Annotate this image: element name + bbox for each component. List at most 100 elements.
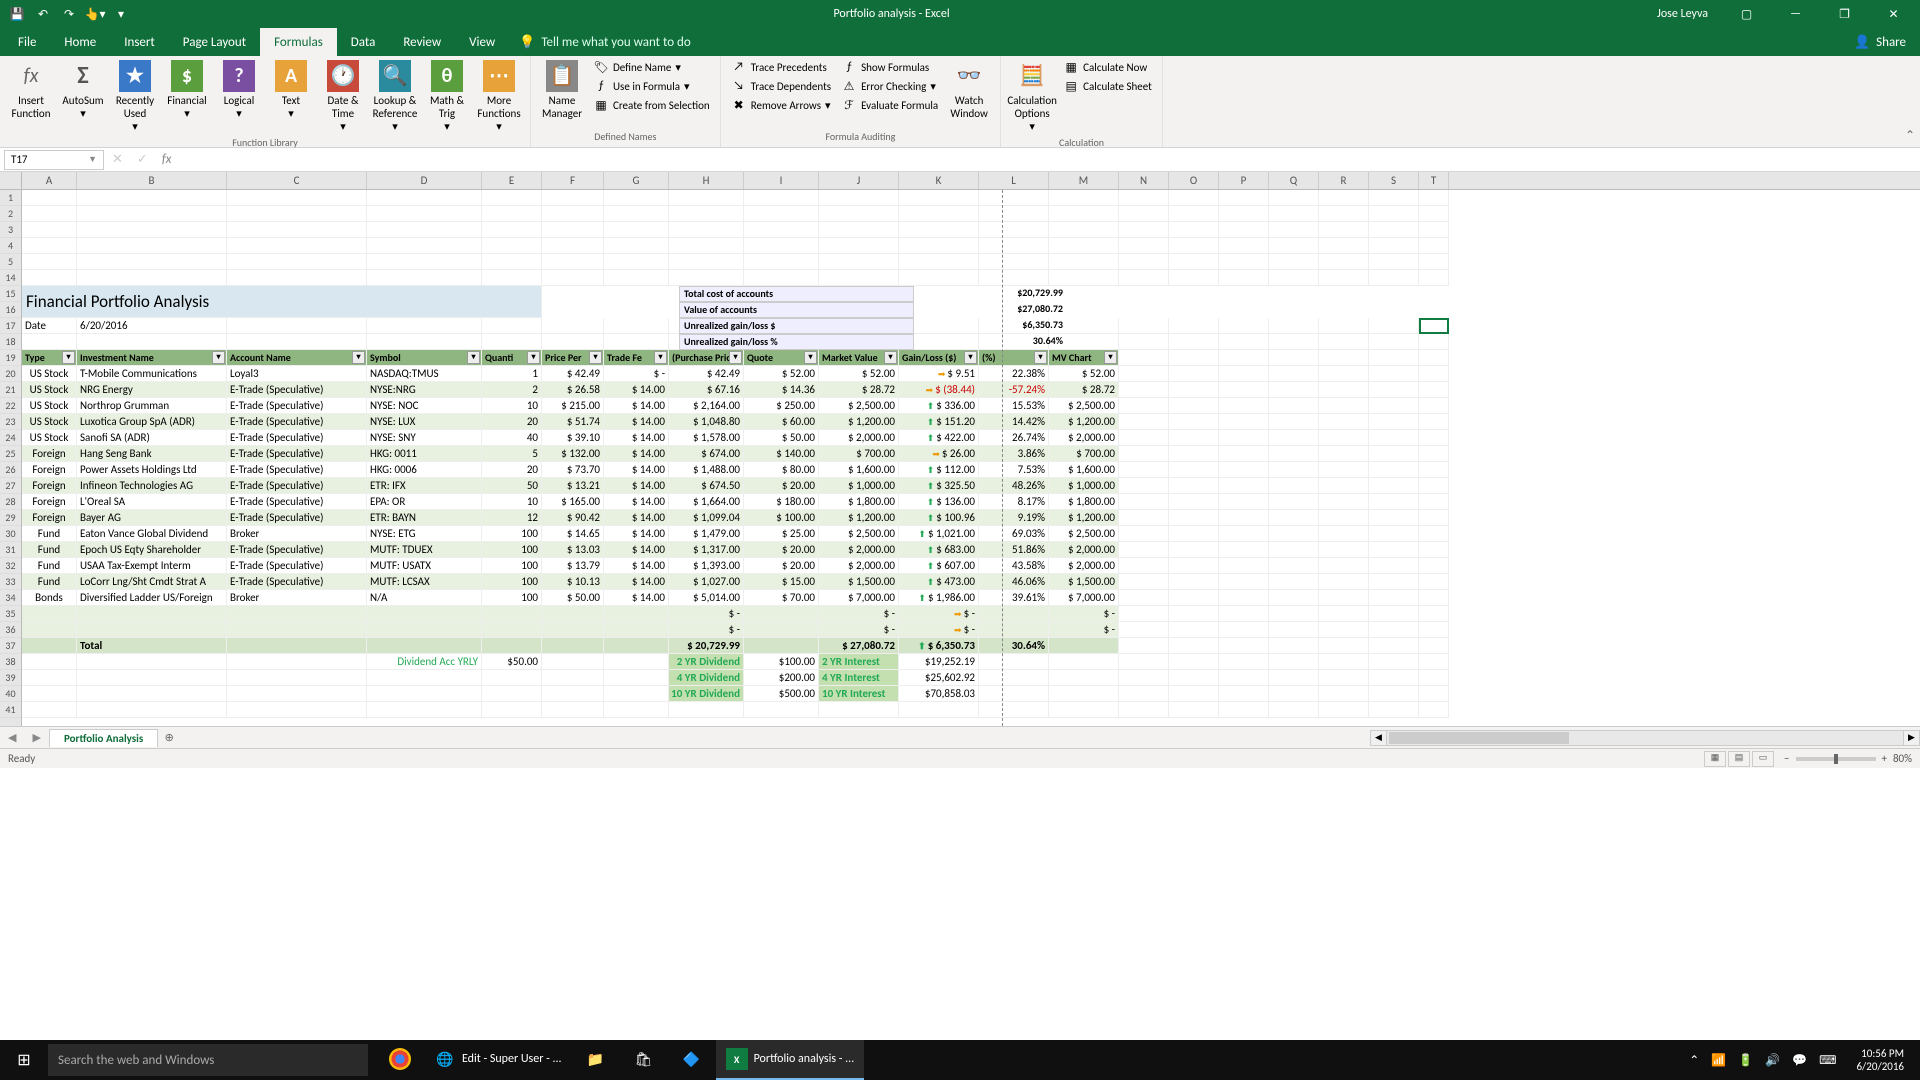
cell-mvchart[interactable]: $ 2,500.00 xyxy=(1049,526,1119,542)
name-box[interactable]: T17▼ xyxy=(4,150,104,170)
row-header[interactable]: 16 xyxy=(0,302,21,318)
cell-mv[interactable]: $ 1,000.00 xyxy=(819,478,899,494)
proj-dividend-label[interactable]: 10 YR Dividend xyxy=(669,686,744,702)
filter-button[interactable]: ▾ xyxy=(884,351,897,364)
cell-qty[interactable]: 100 xyxy=(482,558,542,574)
name-manager-button[interactable]: 📋Name Manager xyxy=(537,58,587,122)
cell-gainloss[interactable]: $ 683.00 xyxy=(899,542,979,558)
row-header[interactable]: 3 xyxy=(0,222,21,238)
cell-type[interactable]: Fund xyxy=(22,574,77,590)
table-header[interactable]: Trade Fe▾ xyxy=(604,350,669,366)
cell-account[interactable]: E-Trade (Speculative) xyxy=(227,542,367,558)
col-header-F[interactable]: F xyxy=(542,172,604,189)
cell-gainloss[interactable]: $ 1,021.00 xyxy=(899,526,979,542)
show-formulas-button[interactable]: ƒShow Formulas xyxy=(837,58,942,76)
remove-arrows-button[interactable]: ✖Remove Arrows ▾ xyxy=(727,96,835,114)
cell-purchase[interactable]: $ 1,479.00 xyxy=(669,526,744,542)
cell-type[interactable]: US Stock xyxy=(22,398,77,414)
view-normal-icon[interactable]: ▦ xyxy=(1704,751,1726,767)
row-header[interactable]: 30 xyxy=(0,526,21,542)
cell-mv[interactable]: $ 52.00 xyxy=(819,366,899,382)
col-header-H[interactable]: H xyxy=(669,172,744,189)
taskbar-app-icon[interactable]: 🔷 xyxy=(668,1040,716,1080)
cell-account[interactable]: E-Trade (Speculative) xyxy=(227,430,367,446)
total-label[interactable]: Total xyxy=(77,638,227,654)
cell-account[interactable]: E-Trade (Speculative) xyxy=(227,382,367,398)
cell-purchase[interactable]: $ 67.16 xyxy=(669,382,744,398)
cell-purchase[interactable]: $ 2,164.00 xyxy=(669,398,744,414)
cell-account[interactable]: E-Trade (Speculative) xyxy=(227,414,367,430)
tell-me-search[interactable]: 💡 Tell me what you want to do xyxy=(519,28,691,56)
col-header-L[interactable]: L xyxy=(979,172,1049,189)
table-header[interactable]: Price Per▾ xyxy=(542,350,604,366)
row-header[interactable]: 40 xyxy=(0,686,21,702)
cell-pct[interactable]: 14.42% xyxy=(979,414,1049,430)
row-header[interactable]: 31 xyxy=(0,542,21,558)
cell-mvchart[interactable]: $ 2,000.00 xyxy=(1049,558,1119,574)
cell-type[interactable]: Foreign xyxy=(22,494,77,510)
redo-icon[interactable]: ↷ xyxy=(58,3,80,25)
cell-gainloss[interactable]: $ 112.00 xyxy=(899,462,979,478)
col-header-M[interactable]: M xyxy=(1049,172,1119,189)
evaluate-formula-button[interactable]: ℱEvaluate Formula xyxy=(837,96,942,114)
proj-interest-label[interactable]: 10 YR Interest xyxy=(819,686,899,702)
cell-account[interactable]: E-Trade (Speculative) xyxy=(227,462,367,478)
col-header-A[interactable]: A xyxy=(22,172,77,189)
cell-pct[interactable]: 69.03% xyxy=(979,526,1049,542)
cell-gainloss[interactable]: $ 9.51 xyxy=(899,366,979,382)
cell-qty[interactable]: 50 xyxy=(482,478,542,494)
tab-page-layout[interactable]: Page Layout xyxy=(169,28,260,56)
cell-type[interactable]: Fund xyxy=(22,526,77,542)
cell-investment[interactable]: Infineon Technologies AG xyxy=(77,478,227,494)
user-name[interactable]: Jose Leyva xyxy=(1645,7,1720,21)
cell-quote[interactable]: $ 100.00 xyxy=(744,510,819,526)
filter-button[interactable]: ▾ xyxy=(352,351,365,364)
taskbar-chrome-window[interactable]: 🌐Edit - Super User - ... xyxy=(424,1040,572,1080)
cell-gainloss[interactable]: $ 100.96 xyxy=(899,510,979,526)
cell-qty[interactable]: 10 xyxy=(482,398,542,414)
cell-mv[interactable]: $ 2,000.00 xyxy=(819,542,899,558)
cell-type[interactable]: US Stock xyxy=(22,414,77,430)
cell-mv[interactable]: $ 1,800.00 xyxy=(819,494,899,510)
tray-battery-icon[interactable]: 🔋 xyxy=(1738,1053,1753,1068)
cell-fee[interactable]: $ 14.00 xyxy=(604,398,669,414)
cell-symbol[interactable]: NYSE:NRG xyxy=(367,382,482,398)
cell-qty[interactable]: 100 xyxy=(482,526,542,542)
row-header[interactable]: 14 xyxy=(0,270,21,286)
total-mv[interactable]: $ 27,080.72 xyxy=(819,638,899,654)
minimize-button[interactable]: — xyxy=(1773,0,1818,28)
col-header-C[interactable]: C xyxy=(227,172,367,189)
cell-qty[interactable]: 20 xyxy=(482,462,542,478)
filter-button[interactable]: ▾ xyxy=(212,351,225,364)
cell-purchase[interactable]: $ 42.49 xyxy=(669,366,744,382)
cell-quote[interactable]: $ 70.00 xyxy=(744,590,819,606)
cell-mv[interactable]: $ 2,500.00 xyxy=(819,526,899,542)
tray-chevron-icon[interactable]: ⌃ xyxy=(1689,1053,1699,1068)
maximize-button[interactable]: ❐ xyxy=(1822,0,1867,28)
cell-mvchart[interactable]: $ 2,000.00 xyxy=(1049,542,1119,558)
proj-dividend-value[interactable]: $500.00 xyxy=(744,686,819,702)
cell-qty[interactable]: 5 xyxy=(482,446,542,462)
row-header[interactable]: 28 xyxy=(0,494,21,510)
cell-type[interactable]: Bonds xyxy=(22,590,77,606)
zoom-level[interactable]: 80% xyxy=(1893,752,1912,765)
row-header[interactable]: 15 xyxy=(0,286,21,302)
cell-account[interactable]: E-Trade (Speculative) xyxy=(227,446,367,462)
cell-mv[interactable]: $ 2,500.00 xyxy=(819,398,899,414)
row-header[interactable]: 4 xyxy=(0,238,21,254)
tab-review[interactable]: Review xyxy=(389,28,455,56)
total-pct[interactable]: 30.64% xyxy=(979,638,1049,654)
cell-price[interactable]: $ 42.49 xyxy=(542,366,604,382)
proj-interest-value[interactable]: $19,252.19 xyxy=(899,654,979,670)
col-header-E[interactable]: E xyxy=(482,172,542,189)
cell-symbol[interactable]: MUTF: LCSAX xyxy=(367,574,482,590)
cell-symbol[interactable]: EPA: OR xyxy=(367,494,482,510)
col-header-T[interactable]: T xyxy=(1419,172,1449,189)
enter-formula-icon[interactable]: ✓ xyxy=(133,152,152,167)
cell-account[interactable]: Broker xyxy=(227,590,367,606)
autosum-button[interactable]: ΣAutoSum▾ xyxy=(58,58,108,136)
cell-type[interactable]: Foreign xyxy=(22,478,77,494)
row-header[interactable]: 34 xyxy=(0,590,21,606)
cell-fee[interactable]: $ 14.00 xyxy=(604,574,669,590)
tab-data[interactable]: Data xyxy=(337,28,390,56)
